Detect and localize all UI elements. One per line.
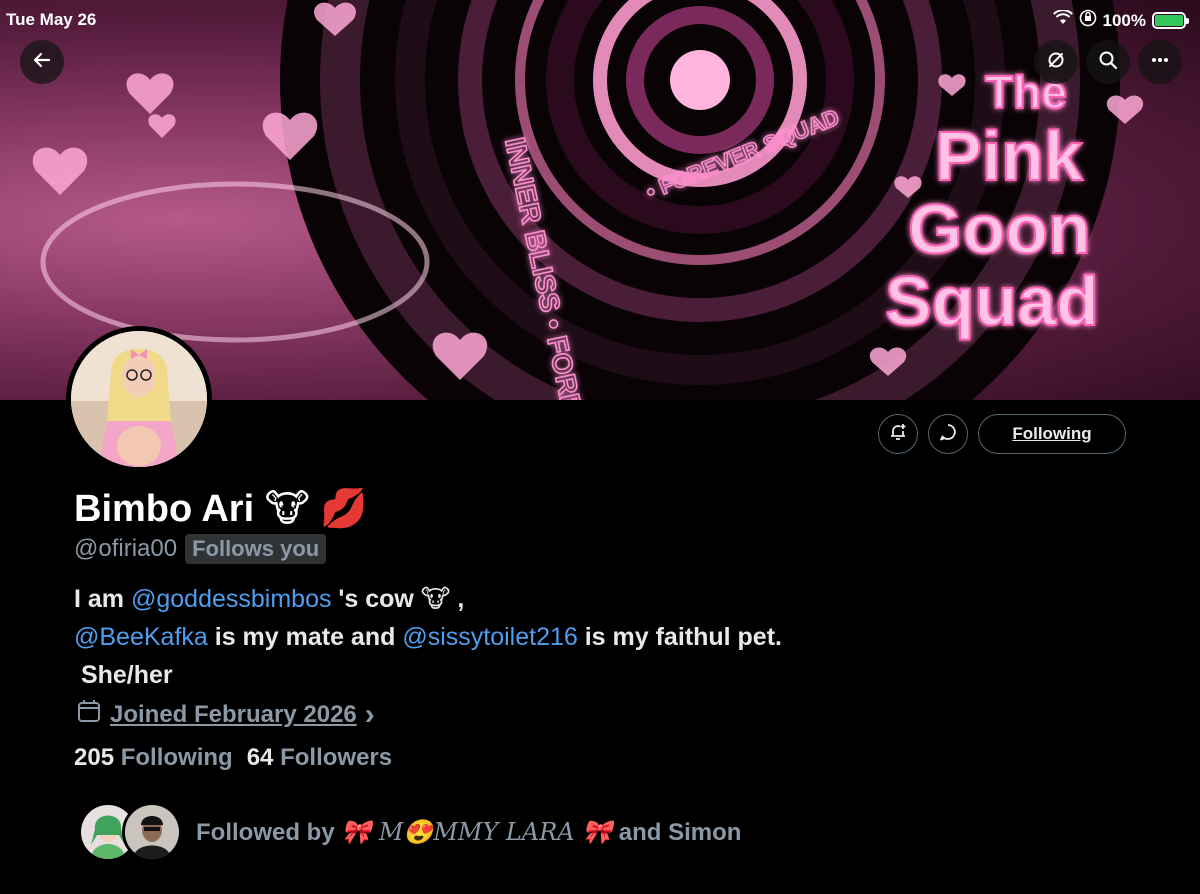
- bio-line-3: She/her: [74, 661, 173, 689]
- message-icon: [938, 422, 958, 447]
- orientation-lock-icon: [1079, 9, 1097, 32]
- followed-by-prefix: Followed by: [196, 818, 342, 846]
- followers-stat[interactable]: 64 Followers: [247, 744, 392, 772]
- profile-name: Bimbo Ari 🐮 💋: [74, 488, 368, 530]
- more-icon: [1150, 50, 1170, 75]
- follows-you-badge: Follows you: [185, 534, 327, 564]
- sync-button[interactable]: [1034, 40, 1078, 84]
- bio-line-2-suffix: is my faithul pet.: [577, 623, 782, 651]
- search-icon: [1098, 50, 1118, 75]
- status-time: Tue May 26: [6, 10, 97, 29]
- following-stat[interactable]: 205 Following: [74, 744, 233, 772]
- bell-plus-icon: [888, 422, 908, 447]
- banner-title-line-2: Pink: [935, 117, 1083, 195]
- banner-title-line-3: Goon: [908, 190, 1091, 268]
- profile-handle: @ofiria00: [74, 535, 178, 562]
- more-button[interactable]: [1138, 40, 1182, 84]
- bio-line-2: @BeeKafka is my mate and @sissytoilet216…: [74, 618, 782, 656]
- followed-by-text: Followed by 🎀 M😍MMY LARA 🎀 and Simon: [196, 818, 741, 847]
- wifi-icon: [1052, 9, 1073, 31]
- joined-text[interactable]: Joined February 2026: [110, 701, 357, 729]
- bio-line-1: I am @goddessbimbos 's cow 🐮 ,: [74, 580, 782, 618]
- status-indicators: 100%: [1052, 9, 1189, 32]
- bio-line-1-prefix: I am: [74, 585, 131, 613]
- chevron-right-icon: ›: [364, 697, 375, 731]
- banner-title-line-4: Squad: [885, 262, 1099, 340]
- followers-count: 64: [246, 744, 274, 771]
- followers-label: Followers: [280, 744, 393, 771]
- status-bar: Tue May 26 100%: [0, 0, 1200, 40]
- sync-icon: [1046, 50, 1066, 75]
- mention-link[interactable]: @goddessbimbos: [131, 585, 332, 613]
- following-count: 205: [74, 744, 115, 771]
- arrow-left-icon: [32, 50, 52, 75]
- following-label: Following: [120, 744, 233, 771]
- bio-line-1-suffix: 's cow 🐮 ,: [331, 585, 465, 613]
- notify-button[interactable]: [878, 414, 918, 454]
- handle-row: @ofiria00 Follows you: [74, 534, 327, 564]
- battery-icon: [1152, 12, 1189, 29]
- followed-by-suffix: and Simon: [612, 818, 742, 846]
- follower-avatar-2: [122, 802, 182, 862]
- bio-line-2-mid: is my mate and: [207, 623, 403, 651]
- followed-by-row[interactable]: Followed by 🎀 M😍MMY LARA 🎀 and Simon: [78, 802, 741, 862]
- avatar[interactable]: [66, 326, 212, 472]
- follower-name-1: 🎀 M😍MMY LARA 🎀: [341, 817, 613, 846]
- follow-stats: 205 Following 64 Followers: [74, 744, 392, 772]
- search-button[interactable]: [1086, 40, 1130, 84]
- mention-link[interactable]: @sissytoilet216: [402, 623, 577, 651]
- mention-link[interactable]: @BeeKafka: [74, 623, 208, 651]
- profile-bio: I am @goddessbimbos 's cow 🐮 , @BeeKafka…: [74, 580, 782, 694]
- back-button[interactable]: [20, 40, 64, 84]
- message-button[interactable]: [928, 414, 968, 454]
- battery-percent: 100%: [1102, 10, 1146, 30]
- avatar-image: [71, 331, 207, 467]
- following-button[interactable]: Following: [978, 414, 1126, 454]
- calendar-icon: [76, 698, 102, 731]
- joined-date[interactable]: Joined February 2026 ›: [76, 698, 375, 731]
